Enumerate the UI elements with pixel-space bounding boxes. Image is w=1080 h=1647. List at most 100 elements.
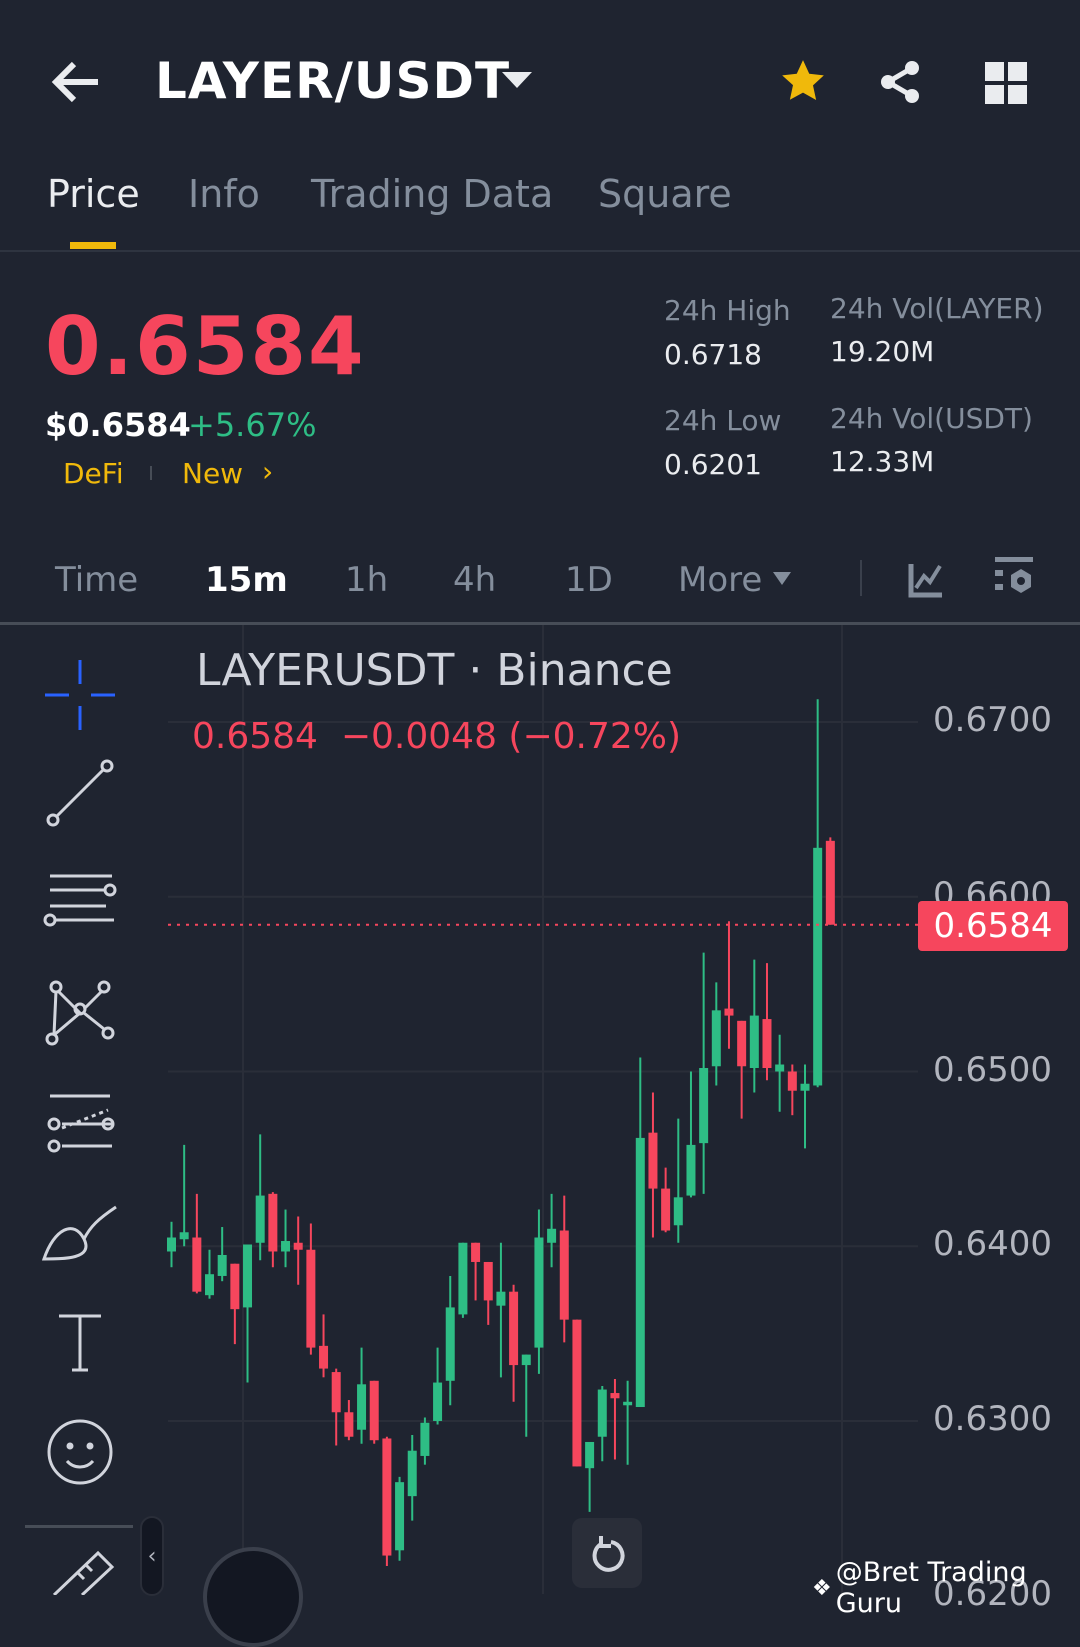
candle-body xyxy=(420,1422,430,1456)
change-percent: +5.67% xyxy=(188,406,317,444)
tabs-divider xyxy=(0,250,1080,252)
ruler-icon[interactable] xyxy=(48,1545,118,1599)
tab-trading-data[interactable]: Trading Data xyxy=(311,172,553,216)
back-arrow-icon xyxy=(51,61,98,103)
candle-body xyxy=(749,1015,759,1069)
candle-body xyxy=(825,840,835,925)
candle-body xyxy=(369,1380,379,1441)
candle-body xyxy=(737,1020,747,1067)
candle-body xyxy=(686,1144,696,1196)
candle-body xyxy=(255,1195,265,1243)
candle-body xyxy=(585,1441,595,1469)
candle-body xyxy=(547,1228,557,1243)
price-axis-label: 0.6400 xyxy=(933,1224,1052,1265)
more-caret-icon[interactable] xyxy=(773,572,791,585)
back-button[interactable] xyxy=(48,58,104,106)
brush-tool[interactable] xyxy=(40,1192,120,1272)
candle-body xyxy=(407,1450,417,1497)
candle-body xyxy=(357,1384,367,1430)
candle-body xyxy=(724,1008,734,1016)
price-axis-label: 0.6700 xyxy=(933,700,1052,740)
chart-settings-icon[interactable] xyxy=(992,557,1034,605)
favorite-star-icon[interactable] xyxy=(778,56,828,110)
chart-symbol-title: LAYERUSDT · Binance xyxy=(196,645,673,696)
timeframe-more[interactable]: More xyxy=(678,560,762,600)
timeframe-1h[interactable]: 1h xyxy=(345,560,388,600)
stat-label-24h-high: 24h High xyxy=(664,294,791,327)
candle-body xyxy=(813,847,823,1086)
stat-value-24h-vol-layer: 19.20M xyxy=(830,335,935,368)
horizontal-lines-tool[interactable] xyxy=(40,865,120,945)
candle-body xyxy=(395,1482,405,1551)
usd-price: $0.6584 xyxy=(45,406,191,444)
candle-body xyxy=(597,1389,607,1437)
candle-body xyxy=(534,1237,544,1348)
candle-body xyxy=(559,1230,569,1320)
timeframe-4h[interactable]: 4h xyxy=(453,560,496,600)
stat-label-24h-vol-layer: 24h Vol(LAYER) xyxy=(830,292,1044,325)
stat-value-24h-high: 0.6718 xyxy=(664,338,762,371)
candle-body xyxy=(661,1188,671,1231)
candle-body xyxy=(205,1274,215,1296)
forecast-tool[interactable] xyxy=(40,1083,120,1163)
candle-body xyxy=(521,1354,531,1366)
timeframe-time[interactable]: Time xyxy=(55,560,138,600)
text-tool[interactable] xyxy=(40,1303,120,1383)
candlestick-chart[interactable] xyxy=(0,625,1080,1594)
candle-body xyxy=(179,1232,189,1240)
watermark: ❖ @Bret Trading Guru xyxy=(812,1557,1027,1619)
tab-square[interactable]: Square xyxy=(598,172,732,216)
candle-body xyxy=(281,1241,291,1252)
forecast-icon xyxy=(47,1094,115,1153)
candle-body xyxy=(483,1261,493,1301)
timeframe-1d[interactable]: 1D xyxy=(565,560,613,600)
candle-body xyxy=(673,1197,683,1226)
candle-body xyxy=(167,1237,176,1252)
indicator-icon[interactable] xyxy=(908,562,944,602)
collapse-toolbar-button[interactable]: ‹ xyxy=(140,1516,164,1596)
binance-logo-icon: ❖ xyxy=(812,1575,832,1601)
text-icon xyxy=(59,1314,101,1372)
last-price: 0.6584 xyxy=(45,300,366,393)
trend-line-icon xyxy=(46,759,114,827)
reset-chart-button[interactable] xyxy=(572,1518,642,1588)
crosshair-tool[interactable] xyxy=(40,655,120,735)
stat-label-24h-vol-usdt: 24h Vol(USDT) xyxy=(830,402,1033,435)
candle-body xyxy=(445,1307,455,1381)
tag-new[interactable]: New xyxy=(182,457,243,490)
tradingview-logo xyxy=(203,1547,303,1647)
pair-dropdown-icon[interactable] xyxy=(502,72,532,88)
tag-defi[interactable]: DeFi xyxy=(63,457,124,490)
candle-body xyxy=(382,1438,392,1556)
candle-body xyxy=(319,1345,329,1369)
candle-body xyxy=(787,1071,797,1091)
candle-body xyxy=(800,1083,810,1091)
pair-title[interactable]: LAYER/USDT xyxy=(155,52,510,110)
candle-body xyxy=(635,1137,645,1408)
stat-label-24h-low: 24h Low xyxy=(664,404,782,437)
candle-body xyxy=(344,1412,354,1437)
candle-body xyxy=(509,1291,519,1366)
tab-price[interactable]: Price xyxy=(47,172,140,216)
pattern-tool[interactable] xyxy=(40,975,120,1055)
chevron-right-icon[interactable]: › xyxy=(262,455,273,488)
tag-separator xyxy=(150,466,152,480)
chart-ohlc-legend: 0.6584 −0.0048 (−0.72%) xyxy=(192,716,682,757)
candle-body xyxy=(230,1263,240,1310)
price-axis-label: 0.6300 xyxy=(933,1399,1052,1439)
candle-body xyxy=(458,1242,468,1315)
candle-body xyxy=(610,1393,620,1399)
candle-body xyxy=(775,1064,785,1072)
pattern-icon xyxy=(45,980,115,1046)
tab-info[interactable]: Info xyxy=(188,172,260,216)
candle-body xyxy=(243,1244,253,1308)
brush-icon xyxy=(41,1205,117,1261)
candle-body xyxy=(217,1254,227,1276)
stat-value-24h-vol-usdt: 12.33M xyxy=(830,445,935,478)
candle-body xyxy=(268,1193,278,1252)
trend-line-tool[interactable] xyxy=(40,753,120,833)
share-icon[interactable] xyxy=(876,58,924,110)
emoji-tool[interactable] xyxy=(40,1412,120,1492)
grid-layout-icon[interactable] xyxy=(985,62,1027,108)
timeframe-15m[interactable]: 15m xyxy=(205,560,288,600)
